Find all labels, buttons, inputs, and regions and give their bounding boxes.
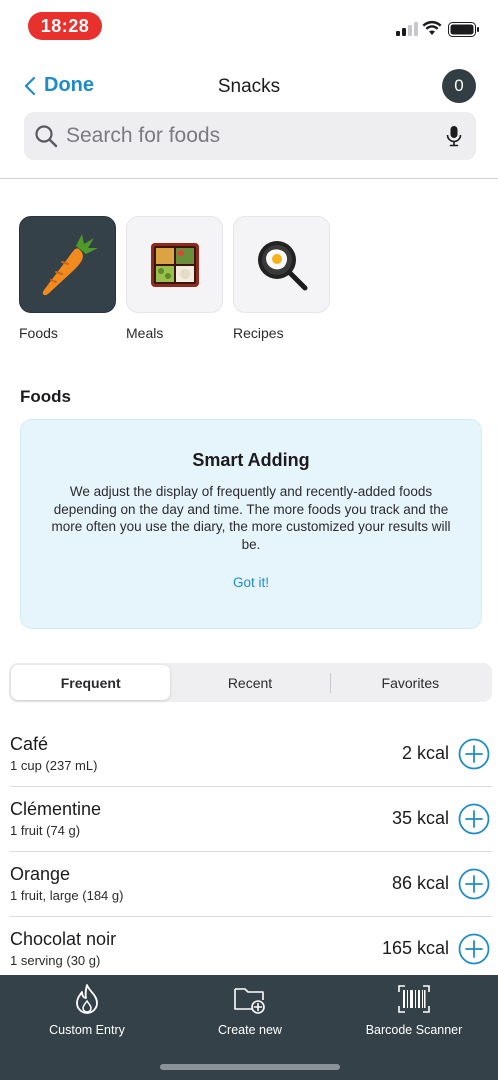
item-count-badge[interactable]: 0: [442, 69, 476, 103]
food-kcal: 86 kcal: [391, 873, 449, 893]
create-new-label: Create new: [218, 1023, 282, 1037]
food-serving: 1 serving (30 g): [10, 953, 101, 968]
tab-frequent[interactable]: Frequent: [11, 665, 171, 700]
status-bar: 18:28: [0, 0, 498, 50]
food-row[interactable]: Orange 1 fruit, large (184 g) 86 kcal: [10, 852, 492, 917]
bento-box-icon: [150, 242, 199, 287]
navigation-bar: Done Snacks 0: [0, 60, 498, 112]
food-name: Café: [10, 734, 49, 754]
section-title: Foods: [20, 387, 71, 406]
food-serving: 1 fruit, large (184 g): [10, 888, 124, 903]
category-recipes-label: Recipes: [233, 325, 284, 341]
food-kcal: 35 kcal: [391, 808, 449, 828]
tab-recent[interactable]: Recent: [170, 665, 329, 700]
food-row[interactable]: Chocolat noir 1 serving (30 g) 165 kcal: [10, 917, 492, 982]
add-food-icon[interactable]: [458, 868, 490, 900]
category-meals[interactable]: Meals: [126, 216, 223, 341]
category-meals-tile[interactable]: [126, 216, 223, 313]
food-serving: 1 fruit (74 g): [10, 823, 81, 838]
category-recipes-tile[interactable]: [233, 216, 330, 313]
cellular-signal-icon: [396, 22, 418, 36]
frying-pan-icon: [257, 240, 307, 290]
food-name: Clémentine: [10, 799, 102, 819]
add-food-icon[interactable]: [458, 738, 490, 770]
food-list-tabs: Frequent Recent Favorites: [9, 663, 492, 702]
add-food-icon[interactable]: [458, 803, 490, 835]
smart-adding-body: We adjust the display of frequently and …: [51, 484, 451, 552]
food-name: Chocolat noir: [10, 929, 117, 949]
search-icon: [35, 125, 58, 148]
flame-icon: [76, 984, 98, 1014]
food-list: Café 1 cup (237 mL) 2 kcal Clémentine 1 …: [0, 722, 498, 982]
search-bar: [24, 112, 476, 160]
food-row[interactable]: Café 1 cup (237 mL) 2 kcal: [10, 722, 492, 787]
smart-adding-card: Smart Adding We adjust the display of fr…: [20, 419, 482, 629]
new-folder-icon: [234, 988, 265, 1014]
category-meals-label: Meals: [126, 325, 164, 341]
food-serving: 1 cup (237 mL): [10, 758, 98, 773]
food-row[interactable]: Clémentine 1 fruit (74 g) 35 kcal: [10, 787, 492, 852]
header-divider: [0, 178, 498, 179]
category-recipes[interactable]: Recipes: [233, 216, 330, 341]
barcode-scanner-label: Barcode Scanner: [365, 1023, 463, 1037]
search-input[interactable]: [66, 124, 446, 148]
smart-adding-title: Smart Adding: [192, 450, 310, 470]
category-foods-tile[interactable]: [19, 216, 116, 313]
food-name: Orange: [10, 864, 71, 884]
wifi-icon: [422, 20, 442, 35]
got-it-button[interactable]: Got it!: [233, 575, 269, 590]
tab-favorites[interactable]: Favorites: [331, 665, 490, 700]
status-time: 18:28: [28, 12, 102, 40]
home-indicator[interactable]: [160, 1064, 340, 1070]
category-foods-label: Foods: [19, 325, 58, 341]
add-food-icon[interactable]: [458, 933, 490, 965]
category-foods[interactable]: Foods: [19, 216, 116, 341]
category-tiles: Foods Meals Recipes: [19, 216, 330, 341]
carrot-icon: [42, 233, 98, 295]
custom-entry-button[interactable]: Custom Entry: [38, 981, 136, 1037]
barcode-scanner-button[interactable]: Barcode Scanner: [358, 981, 470, 1037]
custom-entry-label: Custom Entry: [49, 1023, 125, 1037]
battery-icon: [448, 22, 479, 37]
barcode-icon: [398, 985, 430, 1013]
page-title: Snacks: [217, 76, 281, 97]
food-kcal: 165 kcal: [381, 938, 449, 958]
food-kcal: 2 kcal: [401, 743, 449, 763]
microphone-icon[interactable]: [446, 125, 462, 147]
create-new-button[interactable]: Create new: [200, 981, 300, 1037]
